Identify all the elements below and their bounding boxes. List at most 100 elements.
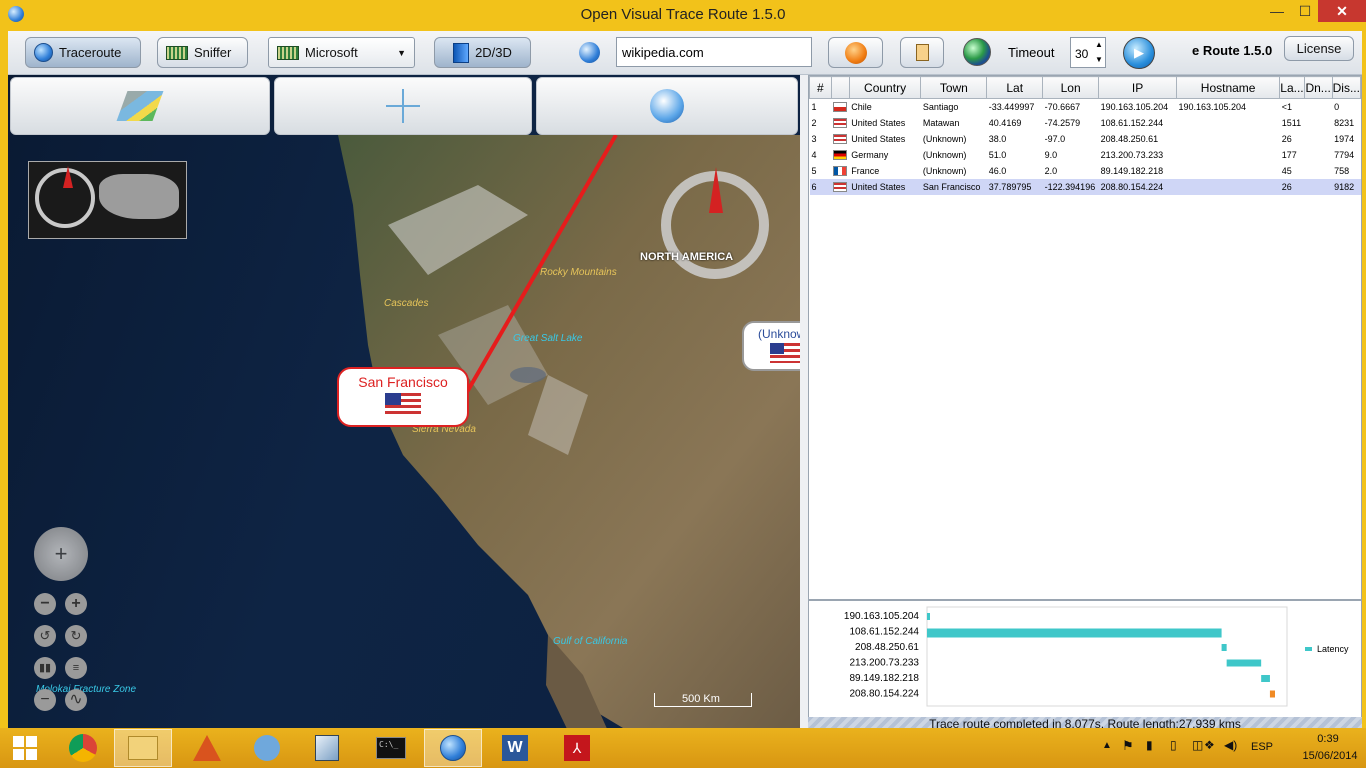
minimize-button[interactable]: —	[1262, 0, 1292, 22]
reset-view-icon[interactable]: −	[34, 689, 56, 711]
taskbar-word[interactable]: W	[486, 729, 544, 767]
table-row[interactable]: 4 Germany (Unknown) 51.0 9.0 213.200.73.233 17…	[810, 147, 1361, 163]
clock-date[interactable]: 15/06/2014	[1300, 750, 1360, 762]
label-cascades: Cascades	[384, 298, 429, 309]
column-header[interactable]: Town	[920, 76, 988, 99]
rotate-right-icon[interactable]: ↻	[65, 625, 87, 647]
tray-expand-icon[interactable]: ▲	[1102, 740, 1112, 751]
column-header[interactable]: IP	[1098, 76, 1177, 99]
trace-start-button[interactable]	[828, 37, 883, 68]
map-crosshair-tab[interactable]	[274, 77, 532, 135]
map-globe-tab[interactable]	[536, 77, 798, 135]
whois-globe-icon[interactable]	[963, 38, 991, 66]
callout-unknown[interactable]: (Unknow	[742, 321, 800, 371]
windows-icon	[13, 736, 37, 760]
cell-dns	[1304, 178, 1333, 195]
volume-icon[interactable]: ◀)	[1224, 738, 1237, 752]
wave-icon[interactable]: ∿	[65, 689, 87, 711]
flag-icon[interactable]: ⚑	[1122, 738, 1134, 754]
clock-time[interactable]: 0:39	[1308, 733, 1348, 745]
battery-icon[interactable]: ▯	[1170, 738, 1177, 752]
window-title: Open Visual Trace Route 1.5.0	[580, 6, 786, 23]
sniffer-button[interactable]: Sniffer	[157, 37, 248, 68]
us-flag-icon	[831, 115, 849, 131]
play-icon[interactable]: ▶	[1123, 37, 1155, 69]
zoom-in-icon[interactable]: +	[65, 593, 87, 615]
table-row[interactable]: 1 Chile Santiago -33.449997 -70.6667 190.163.…	[810, 99, 1361, 115]
taskbar-acrobat[interactable]: ⅄	[548, 729, 606, 767]
export-button[interactable]	[900, 37, 944, 68]
taskbar-virtualbox[interactable]	[298, 729, 356, 767]
app-version-label: e Route 1.5.0	[1192, 43, 1273, 58]
column-header[interactable]	[830, 76, 850, 99]
cell-town: San Francisco	[920, 178, 987, 195]
us-flag-icon	[385, 393, 421, 415]
latency-bar	[1269, 690, 1275, 698]
table-row[interactable]: 3 United States (Unknown) 38.0 -97.0 208.48.2…	[810, 131, 1361, 147]
column-header[interactable]: Hostname	[1175, 76, 1281, 99]
table-row[interactable]: 5 France (Unknown) 46.0 2.0 89.149.182.218 45 7…	[810, 163, 1361, 179]
map-view[interactable]: NORTH AMERICA Rocky Mountains Cascades G…	[8, 75, 800, 731]
map-layers-tab[interactable]	[10, 77, 270, 135]
taskbar-chrome[interactable]	[54, 729, 112, 767]
cell-town: Santiago	[922, 101, 959, 112]
cell-ip: 208.80.154.224	[1098, 178, 1177, 195]
column-header[interactable]: Dn...	[1303, 76, 1333, 99]
traceroute-label: Traceroute	[59, 45, 122, 60]
taskbar-explorer[interactable]	[114, 729, 172, 767]
maximize-button[interactable]: ☐	[1290, 0, 1320, 22]
view-toggle-button[interactable]: 2D/3D	[434, 37, 531, 68]
dropbox-icon[interactable]: ❖	[1204, 738, 1215, 752]
de-flag-icon	[831, 147, 849, 163]
latency-bar	[927, 613, 930, 620]
word-icon: W	[502, 735, 528, 761]
taskbar-matlab[interactable]	[178, 729, 236, 767]
column-header[interactable]: Dis...	[1331, 76, 1362, 99]
license-button[interactable]: License	[1284, 36, 1354, 61]
cell-country: Chile	[851, 101, 872, 112]
latency-bar	[1221, 644, 1227, 651]
cell-host	[1176, 115, 1279, 131]
rotate-left-icon[interactable]: ↺	[34, 625, 56, 647]
legend-swatch	[1305, 647, 1312, 651]
table-row[interactable]: 6 United States San Francisco 37.789795 -122…	[809, 178, 1361, 195]
resolve-globe-icon[interactable]	[579, 42, 600, 63]
spin-up-icon[interactable]: ▲	[1093, 38, 1105, 52]
tick-label: 108.61.152.244	[849, 627, 919, 638]
signal-icon[interactable]: ▮	[1146, 738, 1153, 752]
table-row[interactable]: 2 United States Matawan 40.4169 -74.2579 108.…	[810, 115, 1361, 131]
latency-chart-svg: 190.163.105.204 108.61.152.244 208.48.250.…	[844, 606, 1349, 707]
column-header[interactable]: Country	[848, 76, 922, 99]
tilt-up-icon[interactable]: ▮▮	[34, 657, 56, 679]
column-header[interactable]: Lat	[986, 76, 1044, 99]
start-button[interactable]	[0, 729, 50, 767]
spin-down-icon[interactable]: ▼	[1093, 53, 1105, 67]
callout-san-francisco[interactable]: San Francisco	[337, 367, 469, 427]
taskbar-ovtr[interactable]	[424, 729, 482, 767]
language-indicator[interactable]: ESP	[1251, 741, 1273, 753]
client-area: Traceroute Sniffer Microsoft ▼ 2D/3D wik…	[8, 31, 1362, 731]
traceroute-button[interactable]: Traceroute	[25, 37, 141, 68]
host-input[interactable]: wikipedia.com	[616, 37, 812, 67]
cell-host	[1176, 147, 1279, 163]
column-header[interactable]: #	[809, 76, 832, 99]
hops-table[interactable]: # Country Town Lat Lon IP Hostname La... Dn... Di…	[808, 75, 1362, 600]
cell-ip: 89.149.182.218	[1100, 165, 1164, 176]
close-button[interactable]: ✕	[1318, 0, 1366, 22]
tilt-down-icon[interactable]: ≡	[65, 657, 87, 679]
matlab-icon	[193, 735, 221, 761]
column-header[interactable]: Lon	[1042, 76, 1100, 99]
us-flag-icon	[770, 343, 800, 363]
pan-control-icon[interactable]: +	[34, 527, 88, 581]
cell-lon: -97.0	[1044, 133, 1066, 144]
taskbar-app[interactable]	[238, 729, 296, 767]
network-icon[interactable]: ◫	[1192, 738, 1203, 752]
minimap[interactable]	[28, 161, 187, 239]
column-header[interactable]: La...	[1279, 76, 1305, 99]
taskbar-cmd[interactable]: C:\_	[362, 729, 420, 767]
zoom-out-icon[interactable]: −	[34, 593, 56, 615]
interface-select[interactable]: Microsoft ▼	[268, 37, 415, 68]
cell-town: (Unknown)	[922, 165, 967, 176]
tick-label: 213.200.73.233	[849, 658, 919, 669]
cell-country: United States	[849, 178, 921, 195]
